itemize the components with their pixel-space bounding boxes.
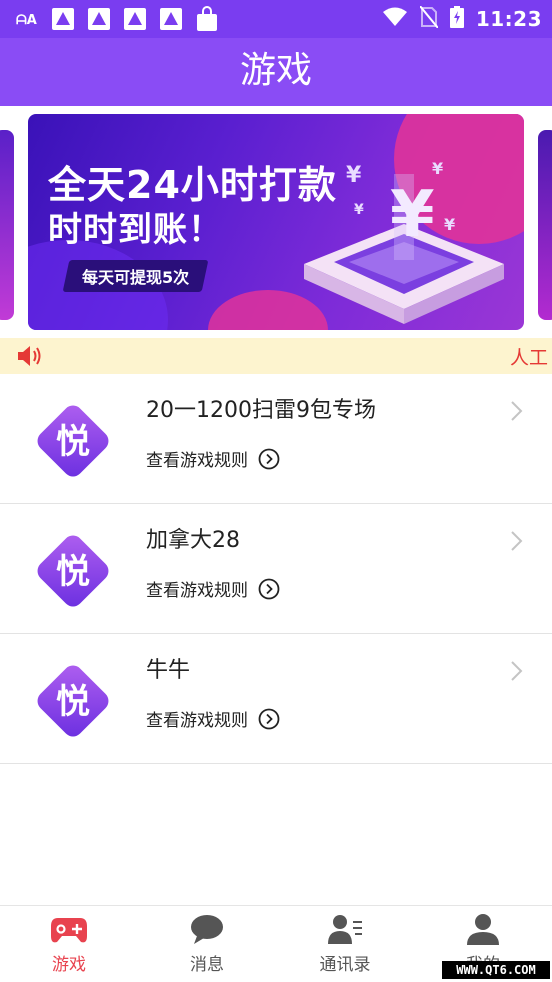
svg-text:¥: ¥ bbox=[354, 202, 364, 218]
banner-badge-text: 每天可提现5次 bbox=[82, 268, 190, 287]
game-list: 悦 20一1200扫雷9包专场 查看游戏规则 悦 加拿大28 查看游戏规则 悦 … bbox=[0, 374, 552, 764]
game-title: 20一1200扫雷9包专场 bbox=[146, 398, 376, 423]
game-title: 牛牛 bbox=[146, 658, 191, 683]
banner-badge: 每天可提现5次 bbox=[62, 260, 209, 292]
tab-messages[interactable]: 消息 bbox=[138, 906, 276, 982]
game-logo-icon: 悦 bbox=[37, 405, 109, 477]
game-title: 加拿大28 bbox=[146, 528, 240, 553]
font-a-icon: ᗩA bbox=[14, 6, 40, 32]
svg-text:¥: ¥ bbox=[390, 178, 435, 252]
chevron-right-icon bbox=[511, 531, 523, 551]
svg-text:悦: 悦 bbox=[56, 552, 90, 592]
view-rules-link[interactable]: 查看游戏规则 bbox=[146, 706, 280, 731]
game-list-item[interactable]: 悦 牛牛 查看游戏规则 bbox=[0, 634, 552, 764]
status-bar: ᗩA 11:23 bbox=[0, 0, 552, 38]
contacts-icon bbox=[328, 915, 362, 944]
wifi-icon bbox=[382, 7, 408, 31]
tab-label: 通讯录 bbox=[319, 955, 371, 975]
tab-games[interactable]: 游戏 bbox=[0, 906, 138, 982]
circle-arrow-right-icon bbox=[258, 708, 280, 729]
tab-contacts[interactable]: 通讯录 bbox=[276, 906, 414, 982]
view-rules-label: 查看游戏规则 bbox=[146, 451, 248, 471]
announcement-bar[interactable]: 人工 bbox=[0, 338, 552, 374]
previous-banner[interactable] bbox=[0, 130, 14, 320]
yuan-podium-illustration: ¥ ¥ ¥ ¥ ¥ bbox=[304, 159, 504, 324]
chevron-right-icon bbox=[511, 401, 523, 421]
banner-subheadline: 时时到账！ bbox=[48, 210, 223, 250]
watermark: WWW.QT6.COM bbox=[442, 961, 550, 979]
app-icon bbox=[158, 6, 184, 32]
app-icon bbox=[122, 6, 148, 32]
app-icon bbox=[50, 6, 76, 32]
svg-text:ᗩA: ᗩA bbox=[16, 13, 37, 27]
circle-arrow-right-icon bbox=[258, 578, 280, 599]
svg-text:¥: ¥ bbox=[432, 159, 443, 178]
circle-arrow-right-icon bbox=[258, 448, 280, 469]
svg-text:¥: ¥ bbox=[346, 163, 362, 188]
tab-label: 消息 bbox=[190, 955, 224, 975]
view-rules-label: 查看游戏规则 bbox=[146, 581, 248, 601]
game-logo-icon: 悦 bbox=[37, 535, 109, 607]
svg-text:¥: ¥ bbox=[444, 215, 455, 234]
system-icons: 11:23 bbox=[382, 5, 542, 32]
chevron-right-icon bbox=[511, 661, 523, 681]
chat-bubble-icon bbox=[191, 915, 223, 944]
app-icon bbox=[86, 6, 112, 32]
view-rules-label: 查看游戏规则 bbox=[146, 711, 248, 731]
svg-text:悦: 悦 bbox=[56, 682, 90, 722]
svg-text:悦: 悦 bbox=[56, 422, 90, 462]
view-rules-link[interactable]: 查看游戏规则 bbox=[146, 576, 280, 601]
game-list-item[interactable]: 悦 加拿大28 查看游戏规则 bbox=[0, 504, 552, 634]
gamepad-icon bbox=[51, 918, 87, 943]
shopping-bag-icon bbox=[194, 6, 220, 32]
next-banner[interactable] bbox=[538, 130, 552, 320]
page-title: 游戏 bbox=[239, 50, 312, 91]
game-logo-icon: 悦 bbox=[37, 665, 109, 737]
game-list-item[interactable]: 悦 20一1200扫雷9包专场 查看游戏规则 bbox=[0, 374, 552, 504]
profile-icon bbox=[467, 914, 499, 945]
no-sim-icon bbox=[419, 5, 439, 32]
view-rules-link[interactable]: 查看游戏规则 bbox=[146, 446, 280, 471]
clock: 11:23 bbox=[475, 7, 542, 31]
tab-label: 游戏 bbox=[52, 955, 86, 975]
promo-banner[interactable]: 全天24小时打款 时时到账！ 每天可提现5次 ¥ ¥ ¥ ¥ ¥ bbox=[28, 114, 524, 330]
app-header: 游戏 bbox=[0, 38, 552, 106]
announcement-text: 人工 bbox=[510, 347, 549, 369]
notification-icons: ᗩA bbox=[14, 6, 220, 32]
speaker-icon bbox=[18, 346, 41, 366]
banner-carousel[interactable]: 全天24小时打款 时时到账！ 每天可提现5次 ¥ ¥ ¥ ¥ ¥ bbox=[0, 106, 552, 338]
battery-charging-icon bbox=[449, 6, 464, 32]
